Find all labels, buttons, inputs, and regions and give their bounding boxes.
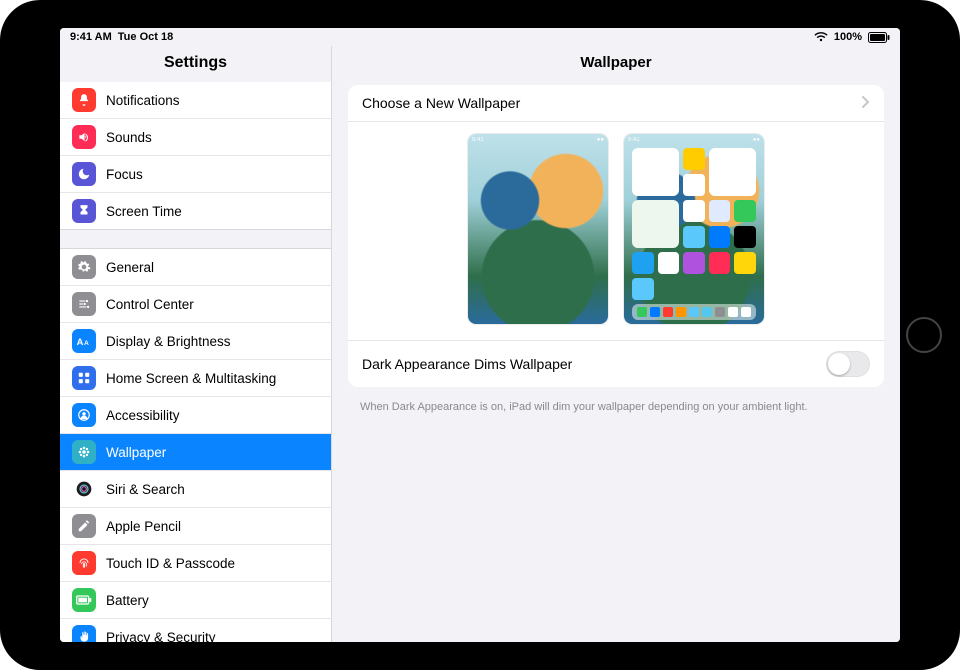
pencil-icon	[72, 514, 96, 538]
chevron-right-icon	[862, 95, 870, 111]
grid-icon	[72, 366, 96, 390]
siri-icon	[72, 477, 96, 501]
sidebar-item-label: Wallpaper	[106, 445, 166, 460]
gear-icon	[72, 255, 96, 279]
sidebar-item-label: Siri & Search	[106, 482, 185, 497]
sidebar-item-accessibility[interactable]: Accessibility	[60, 397, 331, 434]
sidebar-group-2: General Control Center AA Display & Brightn…	[60, 248, 331, 642]
wallpaper-previews: 9:41●● 9:41●●	[348, 122, 884, 340]
sidebar-item-touch-id-passcode[interactable]: Touch ID & Passcode	[60, 545, 331, 582]
sidebar-item-sounds[interactable]: Sounds	[60, 119, 331, 156]
home-button[interactable]	[906, 317, 942, 353]
lockscreen-preview[interactable]: 9:41●●	[468, 134, 608, 324]
dark-dim-label: Dark Appearance Dims Wallpaper	[362, 356, 572, 372]
choose-wallpaper-label: Choose a New Wallpaper	[362, 95, 520, 111]
sidebar-item-label: Sounds	[106, 130, 152, 145]
sliders-icon	[72, 292, 96, 316]
svg-text:A: A	[84, 340, 89, 347]
sidebar-item-label: Accessibility	[106, 408, 180, 423]
sidebar-item-control-center[interactable]: Control Center	[60, 286, 331, 323]
sidebar-item-label: Touch ID & Passcode	[106, 556, 235, 571]
speaker-icon	[72, 125, 96, 149]
battery-icon	[868, 32, 890, 43]
hourglass-icon	[72, 199, 96, 223]
sidebar-item-label: General	[106, 260, 154, 275]
choose-wallpaper-row[interactable]: Choose a New Wallpaper	[348, 85, 884, 122]
sidebar-title: Settings	[60, 46, 331, 82]
sidebar-item-label: Home Screen & Multitasking	[106, 371, 276, 386]
sidebar-item-apple-pencil[interactable]: Apple Pencil	[60, 508, 331, 545]
sidebar-item-wallpaper[interactable]: Wallpaper	[60, 434, 331, 471]
screen: 9:41 AM Tue Oct 18 100% Settings Notific…	[60, 28, 900, 642]
hand-icon	[72, 625, 96, 642]
ipad-frame: 9:41 AM Tue Oct 18 100% Settings Notific…	[0, 0, 960, 670]
sidebar-item-display-brightness[interactable]: AA Display & Brightness	[60, 323, 331, 360]
status-date: Tue Oct 18	[118, 31, 173, 43]
svg-text:A: A	[77, 337, 84, 347]
homescreen-preview[interactable]: 9:41●●	[624, 134, 764, 324]
moon-icon	[72, 162, 96, 186]
sidebar-item-focus[interactable]: Focus	[60, 156, 331, 193]
status-time: 9:41 AM	[70, 31, 112, 43]
dark-dim-switch[interactable]	[826, 351, 870, 377]
sidebar-item-notifications[interactable]: Notifications	[60, 82, 331, 119]
sidebar-item-label: Display & Brightness	[106, 334, 231, 349]
settings-sidebar: Settings Notifications Sounds Focus Screen …	[60, 46, 332, 642]
switch-knob	[828, 353, 850, 375]
finger-icon	[72, 551, 96, 575]
bell-icon	[72, 88, 96, 112]
dark-dim-footer: When Dark Appearance is on, iPad will di…	[332, 395, 900, 413]
aa-icon: AA	[72, 329, 96, 353]
sidebar-item-siri-search[interactable]: Siri & Search	[60, 471, 331, 508]
sidebar-item-label: Notifications	[106, 93, 180, 108]
wallpaper-card: Choose a New Wallpaper 9:41●● 9:41●●	[348, 85, 884, 387]
main-panel: Wallpaper Choose a New Wallpaper 9:41●●	[332, 46, 900, 642]
wifi-icon	[814, 32, 828, 42]
sidebar-item-label: Screen Time	[106, 204, 182, 219]
sidebar-item-home-screen-multitasking[interactable]: Home Screen & Multitasking	[60, 360, 331, 397]
sidebar-item-label: Control Center	[106, 297, 194, 312]
sidebar-item-screen-time[interactable]: Screen Time	[60, 193, 331, 229]
sidebar-item-general[interactable]: General	[60, 249, 331, 286]
sidebar-item-label: Focus	[106, 167, 143, 182]
sidebar-item-label: Apple Pencil	[106, 519, 181, 534]
dark-dim-row: Dark Appearance Dims Wallpaper	[348, 340, 884, 387]
sidebar-item-privacy-security[interactable]: Privacy & Security	[60, 619, 331, 642]
sidebar-item-label: Privacy & Security	[106, 630, 216, 643]
battery-icon	[72, 588, 96, 612]
sidebar-group-1: Notifications Sounds Focus Screen Time	[60, 82, 331, 230]
person-icon	[72, 403, 96, 427]
flower-icon	[72, 440, 96, 464]
sidebar-item-label: Battery	[106, 593, 149, 608]
main-title: Wallpaper	[332, 46, 900, 85]
battery-pct: 100%	[834, 31, 862, 43]
status-bar: 9:41 AM Tue Oct 18 100%	[60, 28, 900, 46]
sidebar-item-battery[interactable]: Battery	[60, 582, 331, 619]
